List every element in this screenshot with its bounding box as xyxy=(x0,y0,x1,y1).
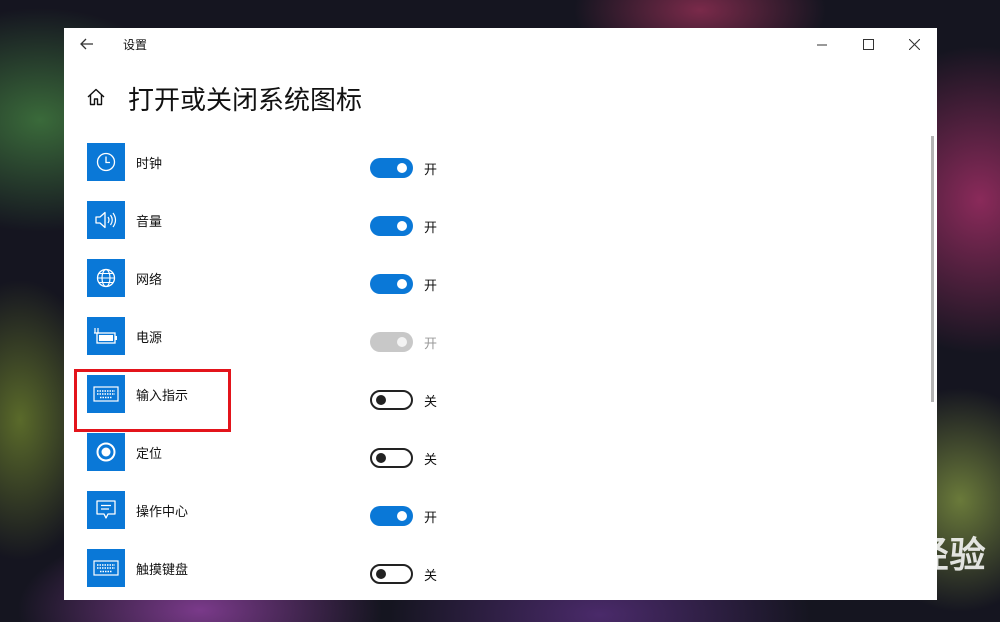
network-toggle[interactable] xyxy=(370,274,413,294)
clock-icon xyxy=(87,143,125,181)
item-label: 操作中心 xyxy=(136,505,189,520)
globe-icon xyxy=(87,259,125,297)
toggle-knob xyxy=(397,511,407,521)
title-bar: 设置 xyxy=(64,28,937,60)
action-center-icon xyxy=(87,491,125,529)
back-button[interactable] xyxy=(74,32,100,56)
power-toggle xyxy=(370,332,413,352)
list-item-location: 定位 关 xyxy=(64,433,924,491)
toggle-state: 开 xyxy=(424,163,438,178)
page-title: 打开或关闭系统图标 xyxy=(128,86,363,116)
location-icon xyxy=(87,433,125,471)
maximize-icon xyxy=(862,38,874,50)
list-item-power: 电源 开 xyxy=(64,317,924,375)
item-label: 定位 xyxy=(136,447,163,462)
page-heading: 打开或关闭系统图标 xyxy=(64,78,764,118)
keyboard-icon xyxy=(87,549,125,587)
toggle-knob xyxy=(397,163,407,173)
toggle-state: 开 xyxy=(424,511,438,526)
toggle-knob xyxy=(376,453,386,463)
watermark-url: jingyan.baidu.com xyxy=(771,578,901,594)
toggle-state: 开 xyxy=(424,221,438,236)
touch-keyboard-toggle[interactable] xyxy=(370,564,413,584)
list-item-network: 网络 开 xyxy=(64,259,924,317)
toggle-state: 关 xyxy=(424,569,438,584)
close-button[interactable] xyxy=(891,28,937,60)
item-label: 音量 xyxy=(136,215,163,230)
toggle-knob xyxy=(397,279,407,289)
battery-plug-icon xyxy=(87,317,125,355)
minimize-button[interactable] xyxy=(799,28,845,60)
maximize-button[interactable] xyxy=(845,28,891,60)
item-label: 触摸键盘 xyxy=(136,563,189,578)
toggle-state: 关 xyxy=(424,453,438,468)
window-title: 设置 xyxy=(123,38,148,52)
clock-toggle[interactable] xyxy=(370,158,413,178)
item-label: 网络 xyxy=(136,273,163,288)
volume-toggle[interactable] xyxy=(370,216,413,236)
watermark-main-text: Bai du 经验 xyxy=(765,535,987,576)
toggle-state: 开 xyxy=(424,337,438,352)
speaker-icon xyxy=(87,201,125,239)
toggle-knob xyxy=(376,395,386,405)
home-button[interactable] xyxy=(86,87,108,109)
toggle-knob xyxy=(397,221,407,231)
toggle-state: 开 xyxy=(424,279,438,294)
action-center-toggle[interactable] xyxy=(370,506,413,526)
scrollbar[interactable] xyxy=(931,136,934,402)
toggle-state: 关 xyxy=(424,395,438,410)
item-label: 电源 xyxy=(136,331,163,346)
baidu-jingyan-watermark: Bai du 经验 jingyan.baidu.com xyxy=(765,516,986,598)
minimize-icon xyxy=(816,44,827,45)
list-item-volume: 音量 开 xyxy=(64,201,924,259)
annotation-highlight-box xyxy=(74,369,231,432)
input-indicator-toggle[interactable] xyxy=(370,390,413,410)
toggle-knob xyxy=(397,337,407,347)
item-label: 时钟 xyxy=(136,157,163,172)
close-icon xyxy=(908,38,920,50)
home-icon xyxy=(87,88,105,106)
arrow-left-icon xyxy=(80,38,93,50)
toggle-knob xyxy=(376,569,386,579)
location-toggle[interactable] xyxy=(370,448,413,468)
settings-window: 设置 打开或关闭系统图标 时钟 开 音量 开 网络 开 电源 开 输入指示 关 … xyxy=(64,28,937,600)
list-item-clock: 时钟 开 xyxy=(64,143,924,201)
